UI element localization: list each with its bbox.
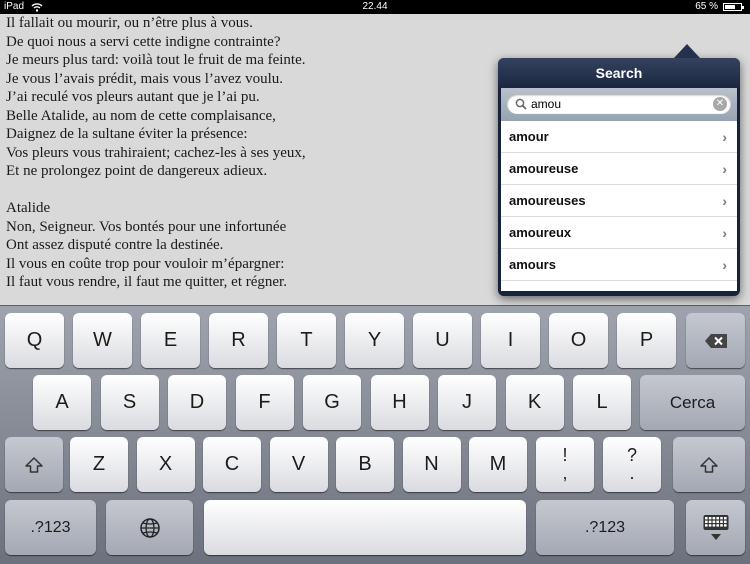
text-line: Je meurs plus tard: voilà tout le fruit …: [6, 52, 306, 68]
text-line: Il vous en coûte trop pour vouloir m’épa…: [6, 255, 285, 272]
text-line: Belle Atalide, au nom de cette complaisa…: [6, 107, 276, 124]
onscreen-keyboard: Q W E R T Y U I O P A S D F G H J K L Z X C V B N M Cerca!,?. .?123…: [0, 305, 750, 564]
search-bar: ✕: [501, 88, 737, 121]
key-r[interactable]: R: [209, 313, 268, 368]
key-question-period[interactable]: ?.: [603, 437, 661, 492]
text-line: [6, 181, 306, 200]
key-q[interactable]: Q: [5, 313, 64, 368]
text-line: Atalide: [6, 200, 51, 216]
search-result-label: amour: [509, 129, 549, 144]
search-field[interactable]: ✕: [507, 94, 731, 114]
search-result-row[interactable]: amoureuse ›: [501, 153, 737, 185]
key-k[interactable]: K: [505, 375, 564, 430]
key-p[interactable]: P: [617, 313, 676, 368]
key-m[interactable]: M: [469, 437, 527, 492]
key-v[interactable]: V: [269, 437, 328, 492]
key-d[interactable]: D: [168, 375, 226, 430]
shift-right-button[interactable]: [673, 437, 745, 492]
text-line: Non, Seigneur. Vos bontés pour une infor…: [6, 218, 287, 235]
search-popover: Search ✕ amour›amoureuse›amoureuses›amou…: [498, 44, 740, 296]
search-result-row[interactable]: amoureuses ›: [501, 185, 737, 217]
chevron-right-icon: ›: [722, 161, 727, 177]
key-x[interactable]: X: [136, 437, 195, 492]
backspace-icon: [704, 333, 727, 348]
text-line: Daignez de la sultane éviter la présence…: [6, 126, 248, 142]
popover-title: Search: [595, 65, 643, 81]
key-b[interactable]: B: [336, 437, 394, 492]
globe-button[interactable]: [106, 500, 193, 555]
key-z[interactable]: Z: [70, 437, 128, 492]
text-line: J’ai reculé vos pleurs autant que je l’a…: [6, 89, 260, 105]
key-bottom-char: ,: [562, 463, 568, 483]
key-top-char: ?: [626, 445, 637, 465]
text-line: Je vous l’avais prédit, mais vous l’avez…: [6, 70, 284, 87]
key-o[interactable]: O: [549, 313, 608, 368]
key-exclaim-comma[interactable]: !,: [536, 437, 594, 492]
key-c[interactable]: C: [203, 437, 261, 492]
key-j[interactable]: J: [438, 375, 496, 430]
chevron-right-icon: ›: [722, 129, 727, 145]
globe-icon: [139, 517, 160, 538]
backspace-button[interactable]: [686, 313, 745, 368]
search-result-row[interactable]: amours ›: [501, 249, 737, 281]
key-y[interactable]: Y: [345, 313, 404, 368]
key-f[interactable]: F: [235, 375, 294, 430]
clear-search-icon[interactable]: ✕: [713, 97, 727, 111]
key-h[interactable]: H: [370, 375, 429, 430]
keyboard-hide-icon: [703, 514, 728, 540]
search-results-list: amour › amoureuse › amoureuses › amoureux › amou…: [501, 121, 737, 291]
hide-keyboard-button[interactable]: [686, 500, 745, 555]
key-i[interactable]: I: [481, 313, 540, 368]
search-icon: [515, 98, 527, 110]
search-result-row[interactable]: amour ›: [501, 121, 737, 153]
chevron-right-icon: ›: [722, 257, 727, 273]
key-g[interactable]: G: [303, 375, 361, 430]
key-e[interactable]: E: [141, 313, 200, 368]
key-t[interactable]: T: [277, 313, 336, 368]
key-n[interactable]: N: [402, 437, 461, 492]
text-line: De quoi nous a servi cette indigne contr…: [6, 33, 281, 50]
text-line: Il faut vous rendre, il faut me quitter,…: [6, 274, 287, 290]
text-line: Et ne prolongez point de dangereux adieu…: [6, 163, 268, 179]
clock: 22.44: [362, 1, 388, 12]
key-a[interactable]: A: [33, 375, 91, 430]
poem-text: Il fallait ou mourir, ou n’être plus à v…: [6, 14, 306, 292]
key-bottom-char: .: [629, 463, 635, 483]
popover-header: Search: [498, 58, 740, 88]
chevron-right-icon: ›: [722, 193, 727, 209]
key-w[interactable]: W: [73, 313, 132, 368]
key-s[interactable]: S: [100, 375, 159, 430]
shift-left-button[interactable]: [5, 437, 63, 492]
space-bar[interactable]: [204, 500, 526, 555]
numbers-left-button[interactable]: .?123: [5, 500, 96, 555]
search-result-label: amoureux: [509, 225, 572, 240]
key-l[interactable]: L: [573, 375, 631, 430]
popover-arrow: [674, 44, 700, 58]
search-result-row[interactable]: amoureux ›: [501, 217, 737, 249]
return-button[interactable]: Cerca: [640, 375, 745, 430]
search-input[interactable]: [531, 96, 691, 112]
text-line: Ont assez disputé contre la destinée.: [6, 237, 224, 253]
search-result-label: amoureuses: [509, 193, 586, 208]
battery-icon: [723, 3, 744, 11]
numbers-right-button[interactable]: .?123: [536, 500, 674, 555]
chevron-right-icon: ›: [722, 225, 727, 241]
shift-icon: [25, 456, 43, 473]
shift-icon: [700, 456, 718, 473]
text-line: Vos pleurs vous trahiraient; cachez-les …: [6, 144, 306, 161]
key-u[interactable]: U: [413, 313, 472, 368]
search-result-label: amoureuse: [509, 161, 579, 176]
battery-percent: 65 %: [695, 1, 718, 12]
key-top-char: !: [562, 445, 568, 465]
status-bar: iPad 22.44 65 %: [0, 0, 750, 14]
text-line: Il fallait ou mourir, ou n’être plus à v…: [6, 15, 253, 31]
search-result-label: amours: [509, 257, 556, 272]
